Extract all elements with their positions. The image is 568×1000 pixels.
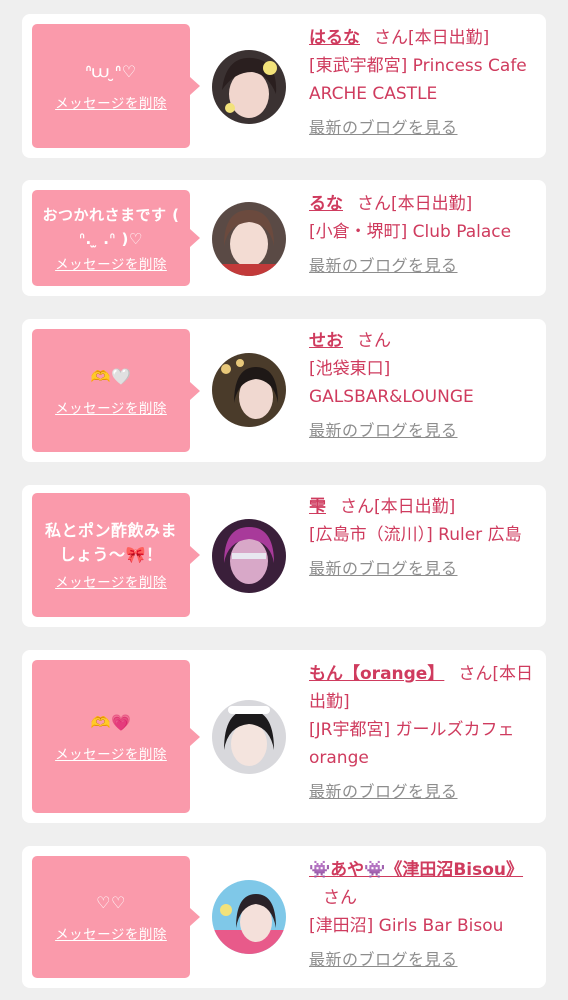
delete-message-link[interactable]: メッセージを削除	[55, 571, 167, 591]
message-text: 私とポン酢飲みましょう〜🎀！	[44, 521, 177, 564]
cast-name-link[interactable]: るな	[309, 194, 343, 214]
card-info: もん【orange】 さん[本日出勤] [JR宇都宮] ガールズカフェ orang…	[309, 660, 537, 806]
message-card: おつかれさまです ( ᐢ. ̫ .ᐢ )♡ メッセージを削除 るな さん[本日出勤…	[22, 180, 546, 296]
latest-blog-link[interactable]: 最新のブログを見る	[309, 778, 458, 806]
honorific: さん	[458, 664, 493, 684]
honorific: さん	[323, 888, 357, 908]
shop-name: [津田沼] Girls Bar Bisou	[309, 916, 504, 936]
card-info: せお さん [池袋東口] GALSBAR&LOUNGE 最新のブログを見る	[309, 327, 537, 445]
cast-name-link[interactable]: もん【orange】	[309, 664, 444, 684]
message-bubble: ♡♡ メッセージを削除	[32, 856, 200, 978]
shop-name: [東武宇都宮] Princess Cafe ARCHE CASTLE	[309, 56, 527, 104]
avatar[interactable]	[212, 700, 286, 774]
delete-message-link[interactable]: メッセージを削除	[55, 397, 167, 417]
latest-blog-link[interactable]: 最新のブログを見る	[309, 946, 458, 974]
message-text: ♡♡	[96, 893, 126, 912]
latest-blog-link[interactable]: 最新のブログを見る	[309, 252, 458, 280]
cast-name-link[interactable]: はるな	[309, 28, 360, 48]
cast-name-link[interactable]: 👾あや👾《津田沼Bisou》	[309, 860, 523, 880]
message-card: 🫶🤍 メッセージを削除 せお さん [池袋東口] GALSBAR&LOUNGE 最…	[22, 319, 546, 462]
card-info: るな さん[本日出勤] [小倉・堺町] Club Palace 最新のブログを見る	[309, 190, 537, 280]
message-text: おつかれさまです ( ᐢ. ̫ .ᐢ )♡	[42, 206, 180, 248]
delete-message-link[interactable]: メッセージを削除	[55, 253, 167, 273]
message-bubble: 私とポン酢飲みましょう〜🎀！ メッセージを削除	[32, 493, 200, 617]
attendance-status: [本日出勤]	[408, 28, 490, 48]
message-text: ᐢ⩊ ̮ᐢ♡	[85, 62, 137, 81]
avatar[interactable]	[212, 880, 286, 954]
latest-blog-link[interactable]: 最新のブログを見る	[309, 417, 458, 445]
honorific: さん	[340, 497, 374, 517]
cast-name-link[interactable]: 雫	[309, 497, 326, 517]
avatar[interactable]	[212, 50, 286, 124]
honorific: さん	[374, 28, 408, 48]
shop-name: [JR宇都宮] ガールズカフェ orange	[309, 720, 515, 768]
message-text: 🫶🤍	[90, 366, 132, 386]
avatar[interactable]	[212, 353, 286, 427]
message-bubble: おつかれさまです ( ᐢ. ̫ .ᐢ )♡ メッセージを削除	[32, 190, 200, 286]
message-bubble: ᐢ⩊ ̮ᐢ♡ メッセージを削除	[32, 24, 200, 148]
avatar[interactable]	[212, 202, 286, 276]
message-card: ᐢ⩊ ̮ᐢ♡ メッセージを削除 はるな さん[本日出勤] [東武宇都宮] Prin…	[22, 14, 546, 158]
attendance-status: [本日出勤]	[391, 194, 473, 214]
attendance-status: [本日出勤]	[374, 497, 456, 517]
message-text: 🫶💗	[90, 712, 132, 732]
message-card: 私とポン酢飲みましょう〜🎀！ メッセージを削除 雫さん[本日出勤] [広島市（流…	[22, 485, 546, 627]
message-bubble: 🫶🤍 メッセージを削除	[32, 329, 200, 452]
shop-name: [池袋東口] GALSBAR&LOUNGE	[309, 359, 474, 407]
card-info: はるな さん[本日出勤] [東武宇都宮] Princess Cafe ARCHE …	[309, 24, 537, 142]
shop-name: [小倉・堺町] Club Palace	[309, 222, 512, 242]
delete-message-link[interactable]: メッセージを削除	[55, 923, 167, 943]
cast-name-link[interactable]: せお	[309, 331, 343, 351]
avatar[interactable]	[212, 519, 286, 593]
card-info: 雫さん[本日出勤] [広島市（流川）] Ruler 広島 最新のブログを見る	[309, 493, 537, 583]
delete-message-link[interactable]: メッセージを削除	[55, 743, 167, 763]
shop-name: [広島市（流川）] Ruler 広島	[309, 525, 522, 545]
message-bubble: 🫶💗 メッセージを削除	[32, 660, 200, 813]
latest-blog-link[interactable]: 最新のブログを見る	[309, 555, 458, 583]
honorific: さん	[357, 331, 391, 351]
delete-message-link[interactable]: メッセージを削除	[55, 92, 167, 112]
honorific: さん	[357, 194, 391, 214]
message-card: 🫶💗 メッセージを削除 もん【orange】 さん[本日出勤] [JR宇都宮] ガ…	[22, 650, 546, 823]
latest-blog-link[interactable]: 最新のブログを見る	[309, 114, 458, 142]
card-info: 👾あや👾《津田沼Bisou》さん [津田沼] Girls Bar Bisou 最…	[309, 856, 537, 974]
message-card: ♡♡ メッセージを削除 👾あや👾《津田沼Bisou》さん [津田沼] Girls…	[22, 846, 546, 988]
